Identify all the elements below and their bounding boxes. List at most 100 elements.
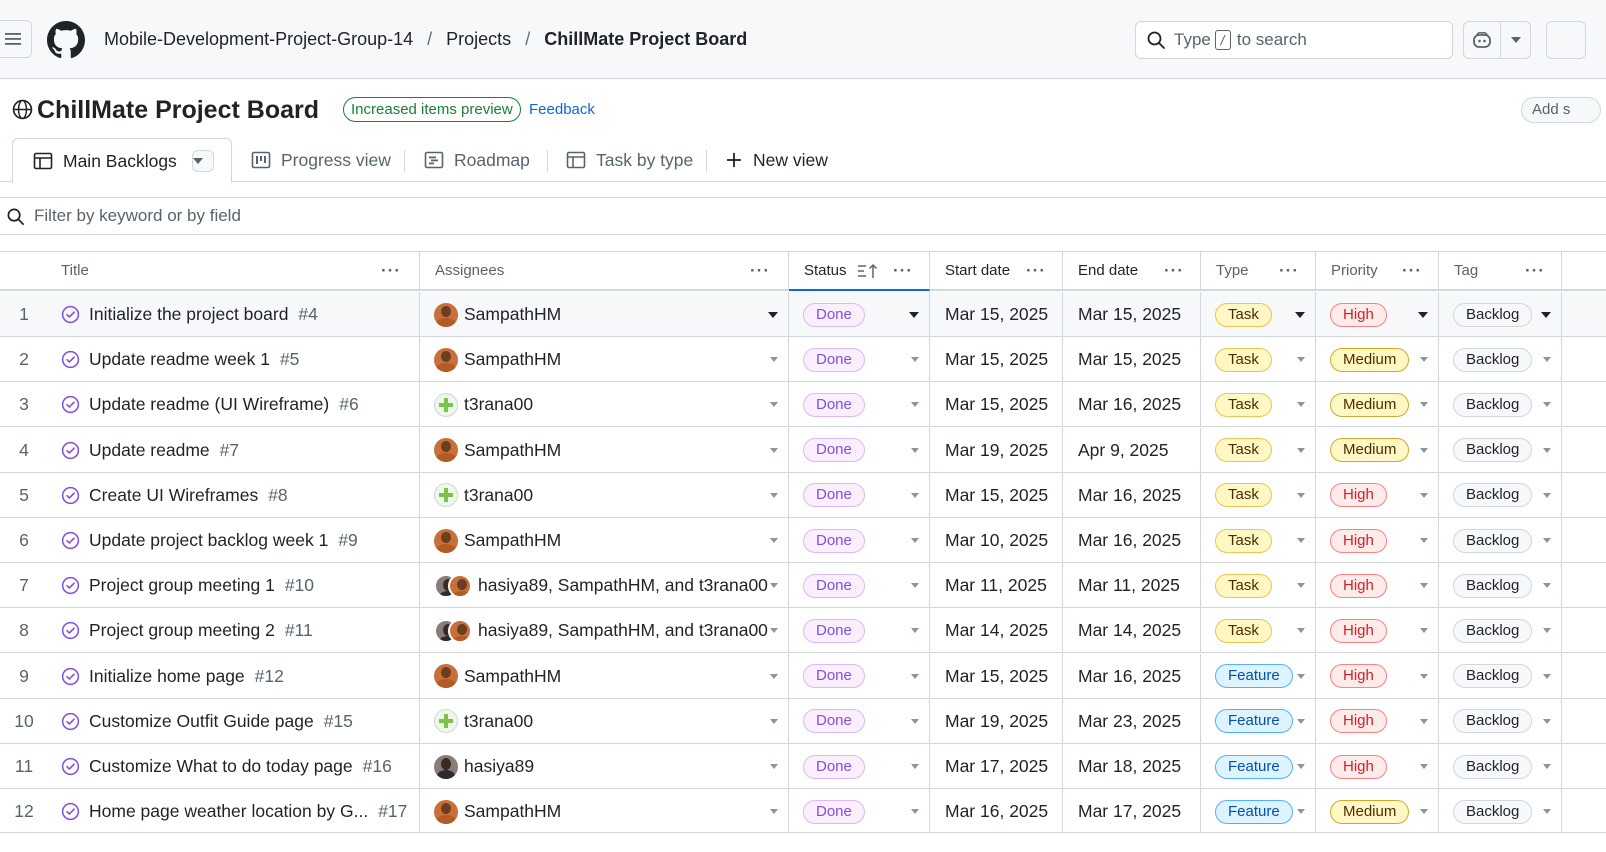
dropdown-caret-icon[interactable] (1420, 583, 1428, 589)
priority-cell[interactable]: Medium (1316, 337, 1439, 383)
tag-cell[interactable]: Backlog (1439, 653, 1562, 699)
header-start-date[interactable]: Start date ··· (930, 252, 1063, 289)
end-date-cell[interactable]: Mar 15, 2025 (1063, 292, 1201, 337)
dropdown-caret-icon[interactable] (770, 492, 778, 498)
assignees-cell[interactable]: SampathHM (420, 292, 789, 337)
priority-cell[interactable]: Medium (1316, 427, 1439, 473)
status-cell[interactable]: Done (789, 698, 930, 744)
dropdown-caret-icon[interactable] (1543, 673, 1551, 679)
priority-cell[interactable]: High (1316, 563, 1439, 609)
dropdown-caret-icon[interactable] (911, 673, 919, 679)
breadcrumb-org[interactable]: Mobile-Development-Project-Group-14 (104, 29, 413, 50)
tag-cell[interactable]: Backlog (1439, 698, 1562, 744)
dropdown-caret-icon[interactable] (1420, 673, 1428, 679)
dropdown-caret-icon[interactable] (1297, 402, 1305, 408)
title-cell[interactable]: Project group meeting 2 #11 (48, 608, 420, 654)
table-row[interactable]: 6 Update project backlog week 1 #9 SampathH… (0, 518, 1606, 563)
dropdown-caret-icon[interactable] (1420, 402, 1428, 408)
title-cell[interactable]: Home page weather location by G... #17 (48, 789, 420, 835)
table-row[interactable]: 11 Customize What to do today page #16 hasi… (0, 744, 1606, 789)
tag-cell[interactable]: Backlog (1439, 337, 1562, 383)
dropdown-caret-icon[interactable] (1297, 809, 1305, 815)
dropdown-caret-icon[interactable] (1297, 673, 1305, 679)
end-date-cell[interactable]: Mar 11, 2025 (1063, 563, 1201, 609)
table-row[interactable]: 8 Project group meeting 2 #11 hasiya89, Sam… (0, 608, 1606, 654)
status-cell[interactable]: Done (789, 789, 930, 835)
start-date-cell[interactable]: Mar 15, 2025 (930, 337, 1063, 383)
start-date-cell[interactable]: Mar 15, 2025 (930, 292, 1063, 337)
item-title[interactable]: Update readme (89, 440, 210, 461)
dropdown-caret-icon[interactable] (1297, 718, 1305, 724)
dropdown-caret-icon[interactable] (770, 673, 778, 679)
type-cell[interactable]: Feature (1201, 744, 1316, 789)
priority-cell[interactable]: High (1316, 698, 1439, 744)
breadcrumb-projects[interactable]: Projects (446, 29, 511, 50)
tag-cell[interactable]: Backlog (1439, 744, 1562, 789)
priority-cell[interactable]: High (1316, 744, 1439, 789)
item-title[interactable]: Update readme week 1 (89, 349, 270, 370)
status-cell[interactable]: Done (789, 518, 930, 563)
priority-cell[interactable]: High (1316, 653, 1439, 699)
status-cell[interactable]: Done (789, 472, 930, 518)
priority-cell[interactable]: Medium (1316, 382, 1439, 428)
dropdown-caret-icon[interactable] (770, 809, 778, 815)
type-cell[interactable]: Feature (1201, 789, 1316, 835)
status-cell[interactable]: Done (789, 382, 930, 428)
tag-cell[interactable]: Backlog (1439, 518, 1562, 563)
item-title[interactable]: Customize Outfit Guide page (89, 711, 314, 732)
dropdown-caret-icon[interactable] (770, 402, 778, 408)
status-cell[interactable]: Done (789, 337, 930, 383)
filter-input[interactable]: Filter by keyword or by field (0, 197, 1606, 235)
dropdown-caret-icon[interactable] (1420, 538, 1428, 543)
end-date-cell[interactable]: Apr 9, 2025 (1063, 427, 1201, 473)
end-date-cell[interactable]: Mar 18, 2025 (1063, 744, 1201, 789)
table-row[interactable]: 9 Initialize home page #12 SampathHM Done Mar… (0, 653, 1606, 699)
status-cell[interactable]: Done (789, 653, 930, 699)
dropdown-caret-icon[interactable] (909, 312, 919, 318)
item-title[interactable]: Update readme (UI Wireframe) (89, 394, 329, 415)
tag-cell[interactable]: Backlog (1439, 472, 1562, 518)
dropdown-caret-icon[interactable] (1543, 628, 1551, 634)
dropdown-caret-icon[interactable] (911, 764, 919, 769)
title-cell[interactable]: Create UI Wireframes #8 (48, 472, 420, 518)
dropdown-caret-icon[interactable] (1543, 357, 1551, 363)
table-row[interactable]: 5 Create UI Wireframes #8 t3rana00 Done Mar 1… (0, 472, 1606, 518)
dropdown-caret-icon[interactable] (770, 583, 778, 589)
table-row[interactable]: 2 Update readme week 1 #5 SampathHM Done Mar … (0, 337, 1606, 383)
tag-cell[interactable]: Backlog (1439, 563, 1562, 609)
header-title[interactable]: Title ··· (48, 252, 420, 289)
dropdown-caret-icon[interactable] (770, 447, 778, 453)
start-date-cell[interactable]: Mar 17, 2025 (930, 744, 1063, 789)
dropdown-caret-icon[interactable] (1543, 718, 1551, 724)
dropdown-caret-icon[interactable] (1420, 357, 1428, 363)
tag-cell[interactable]: Backlog (1439, 427, 1562, 473)
search-input[interactable]: Type / to search (1135, 21, 1453, 59)
item-title[interactable]: Home page weather location by G... (89, 801, 368, 822)
priority-cell[interactable]: High (1316, 472, 1439, 518)
status-cell[interactable]: Done (789, 744, 930, 789)
title-cell[interactable]: Customize Outfit Guide page #15 (48, 698, 420, 744)
title-cell[interactable]: Update project backlog week 1 #9 (48, 518, 420, 563)
type-cell[interactable]: Task (1201, 292, 1316, 337)
assignees-cell[interactable]: SampathHM (420, 337, 789, 383)
dropdown-caret-icon[interactable] (1543, 764, 1551, 769)
copilot-button[interactable] (1464, 22, 1500, 58)
dropdown-caret-icon[interactable] (1420, 718, 1428, 724)
dropdown-caret-icon[interactable] (1420, 492, 1428, 498)
dropdown-caret-icon[interactable] (1543, 538, 1551, 543)
table-row[interactable]: 4 Update readme #7 SampathHM Done Mar 19, 202… (0, 427, 1606, 473)
dropdown-caret-icon[interactable] (1418, 312, 1428, 318)
dropdown-caret-icon[interactable] (1420, 764, 1428, 769)
end-date-cell[interactable]: Mar 17, 2025 (1063, 789, 1201, 835)
github-logo-icon[interactable] (47, 21, 85, 59)
type-cell[interactable]: Task (1201, 427, 1316, 473)
priority-cell[interactable]: High (1316, 292, 1439, 337)
start-date-cell[interactable]: Mar 19, 2025 (930, 698, 1063, 744)
feedback-link[interactable]: Feedback (529, 101, 595, 118)
item-title[interactable]: Customize What to do today page (89, 756, 353, 777)
dropdown-caret-icon[interactable] (911, 447, 919, 453)
column-menu-icon[interactable]: ··· (1402, 261, 1422, 281)
title-cell[interactable]: Initialize home page #12 (48, 653, 420, 699)
type-cell[interactable]: Task (1201, 608, 1316, 654)
end-date-cell[interactable]: Mar 23, 2025 (1063, 698, 1201, 744)
